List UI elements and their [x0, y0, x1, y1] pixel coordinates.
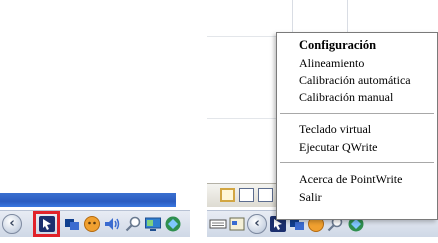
- menu-separator: [280, 162, 434, 164]
- tray-context-menu: Configuración Alineamiento Calibración a…: [276, 32, 438, 220]
- keyboard-icon[interactable]: [209, 215, 227, 233]
- menu-item-ejecutar-qwrite[interactable]: Ejecutar QWrite: [299, 140, 377, 155]
- menu-item-salir[interactable]: Salir: [299, 190, 322, 205]
- grid-line: [207, 36, 277, 37]
- chevron-left-icon[interactable]: ‹: [2, 214, 22, 234]
- antivirus-icon[interactable]: [164, 215, 182, 233]
- pointwrite-highlight-box: [33, 211, 60, 237]
- show-desktop-icon[interactable]: [228, 215, 246, 233]
- menu-item-calibracion-automatica[interactable]: Calibración automática: [299, 73, 411, 88]
- menu-item-alineamiento[interactable]: Alineamiento: [299, 56, 364, 71]
- menu-item-acerca-de[interactable]: Acerca de PointWrite: [299, 172, 402, 187]
- left-system-tray: ‹: [0, 210, 190, 237]
- chevron-left-icon[interactable]: ‹: [247, 214, 267, 234]
- menu-item-calibracion-manual[interactable]: Calibración manual: [299, 90, 393, 105]
- network-icon[interactable]: [63, 215, 81, 233]
- grid-view-button[interactable]: [220, 188, 235, 202]
- grid-line: [207, 118, 277, 119]
- left-taskbar-band: [0, 193, 176, 207]
- display-icon[interactable]: [144, 215, 162, 233]
- search-icon[interactable]: [124, 215, 142, 233]
- menu-separator: [280, 113, 434, 115]
- messenger-icon[interactable]: [83, 215, 101, 233]
- split-view-button[interactable]: [258, 188, 273, 202]
- menu-item-configuracion[interactable]: Configuración: [299, 38, 376, 53]
- menu-item-teclado-virtual[interactable]: Teclado virtual: [299, 122, 371, 137]
- speaker-icon[interactable]: [103, 215, 121, 233]
- single-view-button[interactable]: [239, 188, 254, 202]
